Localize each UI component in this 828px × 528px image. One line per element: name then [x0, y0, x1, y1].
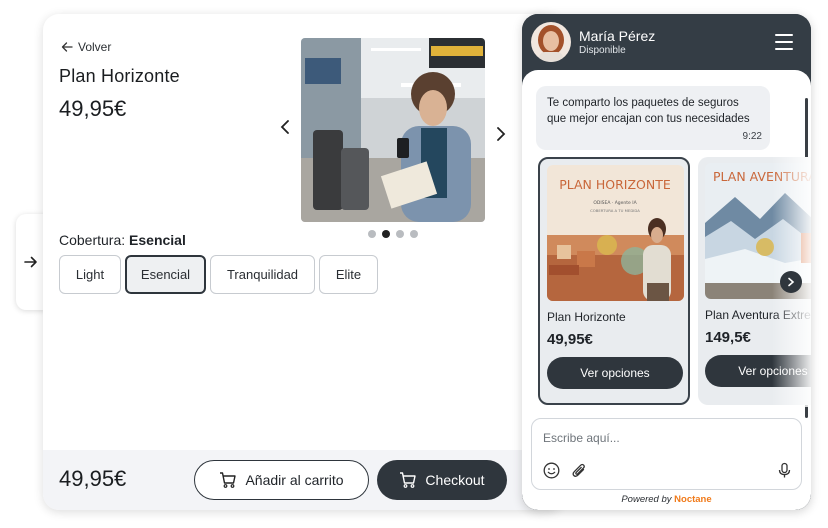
option-elite[interactable]: Elite — [319, 255, 378, 294]
product-tile-image: PLAN HORIZONTE ODISEA · Agente IA COBERT… — [547, 165, 684, 301]
carousel-dots — [368, 230, 418, 238]
microphone-icon[interactable] — [775, 461, 793, 479]
poster-title: PLAN HORIZONTE — [559, 177, 671, 192]
product-tile-price: 149,5€ — [705, 329, 751, 346]
airport-traveler-photo — [301, 38, 485, 222]
option-esencial[interactable]: Esencial — [125, 255, 206, 294]
carousel-dot[interactable] — [410, 230, 418, 238]
product-title: Plan Horizonte — [59, 66, 180, 86]
product-card: Volver Plan Horizonte 49,95€ Cobertura: … — [43, 14, 563, 510]
svg-text:ODISEA · Agente IA: ODISEA · Agente IA — [593, 200, 637, 206]
carousel-prev-button[interactable] — [275, 117, 295, 137]
message-time: 9:22 — [742, 131, 762, 142]
option-light[interactable]: Light — [59, 255, 121, 294]
purchase-bar: 49,95€ Añadir al carrito Checkout — [43, 450, 563, 510]
product-tile-name: Plan Horizonte — [547, 310, 626, 324]
arrow-left-icon — [61, 42, 73, 52]
agent-message: Te comparto los paquetes de seguros que … — [536, 86, 770, 150]
message-text: Te comparto los paquetes de seguros que … — [547, 97, 750, 125]
carousel-dot-active[interactable] — [382, 230, 390, 238]
avatar — [531, 22, 571, 62]
carousel-dot[interactable] — [368, 230, 376, 238]
view-options-button[interactable]: Ver opciones — [547, 357, 683, 389]
powered-by: Powered by Noctane — [522, 494, 811, 505]
agent-status: Disponible — [579, 45, 626, 56]
chevron-right-icon — [788, 277, 795, 287]
coverage-options: Light Esencial Tranquilidad Elite — [59, 255, 378, 294]
product-tile-price: 49,95€ — [547, 331, 593, 348]
horizonte-poster: PLAN HORIZONTE ODISEA · Agente IA COBERT… — [547, 165, 684, 301]
coverage-label-text: Cobertura: — [59, 232, 126, 248]
product-price: 49,95€ — [59, 96, 127, 121]
product-image — [301, 38, 485, 222]
poster-subtitle: COBERTURA A TU MEDIDA — [590, 208, 640, 213]
message-composer — [531, 418, 802, 490]
carousel-next-button[interactable] — [491, 124, 511, 144]
message-input[interactable] — [543, 431, 783, 445]
view-options-button[interactable]: Ver opciones — [705, 355, 811, 387]
expand-panel-tab[interactable] — [16, 214, 46, 310]
carousel-dot[interactable] — [396, 230, 404, 238]
agent-avatar-photo — [531, 22, 571, 62]
poster-title: PLAN AVENTURA EXTREMA — [713, 169, 811, 184]
chevron-left-icon — [280, 120, 289, 134]
hamburger-menu-icon[interactable] — [775, 34, 793, 50]
back-label: Volver — [78, 40, 112, 54]
add-to-cart-label: Añadir al carrito — [245, 472, 344, 488]
add-to-cart-button[interactable]: Añadir al carrito — [194, 460, 369, 500]
back-link[interactable]: Volver — [61, 40, 111, 54]
coverage-selected-value: Esencial — [129, 232, 186, 248]
chevron-right-icon — [497, 127, 506, 141]
product-carousel-next-button[interactable] — [780, 271, 802, 293]
product-tile-name: Plan Aventura Extrema — [705, 308, 811, 322]
arrow-right-icon — [24, 256, 37, 268]
cart-icon — [400, 472, 417, 488]
footer-price: 49,95€ — [59, 466, 127, 491]
brand-logo: Noctane — [674, 494, 712, 505]
coverage-label: Cobertura: Esencial — [59, 232, 186, 248]
product-tile-horizonte[interactable]: PLAN HORIZONTE ODISEA · Agente IA COBERT… — [538, 157, 690, 405]
agent-name: María Pérez — [579, 28, 656, 44]
chat-widget: María Pérez Disponible Te comparto los p… — [522, 14, 811, 510]
checkout-button[interactable]: Checkout — [377, 460, 507, 500]
app-stage: Volver Plan Horizonte 49,95€ Cobertura: … — [0, 0, 828, 528]
checkout-label: Checkout — [425, 472, 485, 488]
attachment-icon[interactable] — [570, 461, 588, 479]
option-tranquilidad[interactable]: Tranquilidad — [210, 255, 315, 294]
emoji-icon[interactable] — [542, 461, 560, 479]
powered-prefix: Powered by — [621, 494, 672, 505]
chat-body: Te comparto los paquetes de seguros que … — [522, 70, 811, 510]
cart-icon — [220, 472, 237, 488]
